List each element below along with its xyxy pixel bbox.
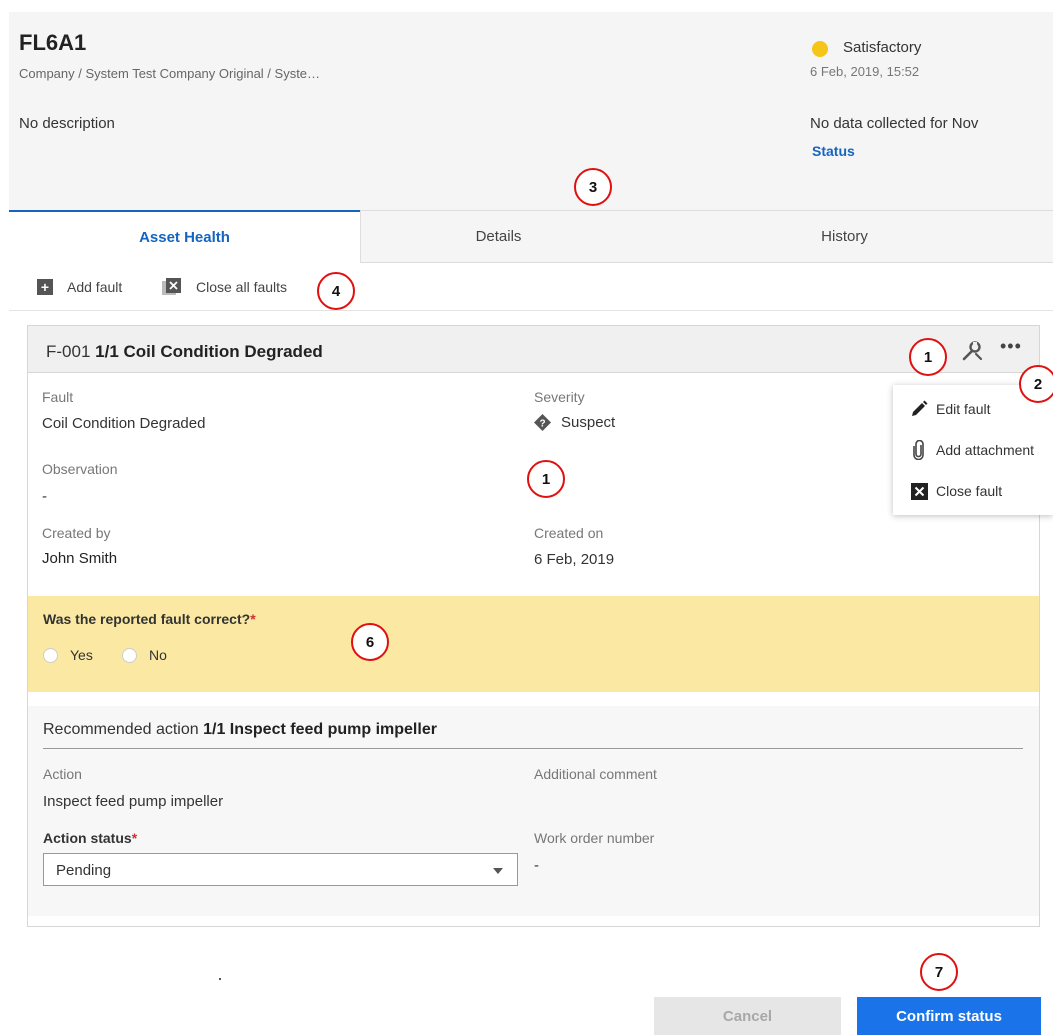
action-label: Action (43, 766, 82, 782)
observation-value: - (42, 488, 47, 505)
annotation-callout-7: 7 (920, 953, 958, 991)
fault-name: 1/1 Coil Condition Degraded (95, 342, 323, 361)
asset-description: No description (19, 115, 115, 132)
tab-bar: Asset Health Details History (9, 210, 1053, 263)
menu-edit-fault[interactable]: Edit fault (908, 398, 990, 420)
radio-no[interactable]: No (122, 647, 167, 663)
annotation-callout-3: 3 (574, 168, 612, 206)
recommended-action-title: Recommended action 1/1 Inspect feed pump… (43, 721, 437, 739)
radio-circle[interactable] (43, 647, 58, 663)
fault-id: F-001 (46, 342, 91, 361)
recommended-action-prefix: Recommended action (43, 721, 199, 738)
close-all-icon (162, 278, 182, 296)
asset-title: FL6A1 (19, 30, 87, 55)
divider (43, 748, 1023, 749)
menu-close-fault-label: Close fault (936, 483, 1003, 499)
fault-confirmation-question: Was the reported fault correct?* (43, 611, 256, 627)
close-all-faults-label: Close all faults (196, 279, 288, 295)
action-status-label-text: Action status (43, 830, 132, 846)
svg-text:?: ? (539, 419, 545, 430)
menu-add-attachment[interactable]: Add attachment (908, 439, 1034, 461)
confirm-status-button[interactable]: Confirm status (857, 997, 1041, 1035)
radio-circle[interactable] (122, 647, 137, 663)
cancel-button[interactable]: Cancel (654, 997, 841, 1035)
created-on-label: Created on (534, 525, 604, 541)
created-by-label: Created by (42, 525, 111, 541)
annotation-callout-1-body: 1 (527, 460, 565, 498)
tab-asset-health[interactable]: Asset Health (9, 210, 360, 263)
paperclip-icon (908, 440, 930, 460)
severity-value-row: ? Suspect (534, 414, 615, 431)
add-fault-button[interactable]: + Add fault (37, 276, 122, 298)
annotation-callout-2: 2 (1019, 365, 1053, 403)
diamond-question-icon: ? (534, 414, 551, 431)
plus-square-icon: + (37, 279, 53, 295)
action-status-label: Action status* (43, 830, 137, 846)
required-marker: * (250, 611, 256, 627)
pencil-icon (908, 400, 930, 418)
recommended-action-section: Recommended action 1/1 Inspect feed pump… (28, 706, 1039, 916)
annotation-callout-6: 6 (351, 623, 389, 661)
observation-label: Observation (42, 461, 118, 477)
fault-label: Fault (42, 389, 74, 405)
add-fault-label: Add fault (67, 279, 123, 295)
stray-dot (219, 978, 221, 980)
question-text: Was the reported fault correct? (43, 611, 251, 627)
tab-details[interactable]: Details (360, 210, 636, 263)
action-status-select[interactable]: Pending (43, 853, 518, 886)
required-marker: * (131, 830, 138, 846)
toolbar-divider (9, 310, 1053, 311)
close-all-faults-button[interactable]: Close all faults (162, 276, 287, 298)
radio-yes[interactable]: Yes (43, 647, 93, 663)
status-link[interactable]: Status (812, 143, 855, 159)
annotation-callout-4: 4 (317, 272, 355, 310)
fault-card: F-001 1/1 Coil Condition Degraded ••• Fa… (27, 325, 1040, 927)
recommended-action-name: 1/1 Inspect feed pump impeller (203, 721, 437, 738)
fault-card-header: F-001 1/1 Coil Condition Degraded ••• (28, 326, 1039, 373)
action-value: Inspect feed pump impeller (43, 793, 224, 810)
fault-title: F-001 1/1 Coil Condition Degraded (46, 342, 323, 362)
status-dot-icon (812, 41, 828, 57)
no-data-message: No data collected for Nov (810, 115, 979, 132)
wrench-icon[interactable] (961, 340, 983, 367)
menu-add-attachment-label: Add attachment (936, 442, 1035, 458)
fault-actions-menu: Edit fault Add attachment Close fault (893, 385, 1053, 515)
created-by-value: John Smith (42, 550, 118, 567)
close-box-icon (908, 482, 930, 500)
status-label: Satisfactory (843, 39, 922, 56)
radio-yes-label: Yes (70, 647, 93, 663)
work-order-label: Work order number (534, 830, 655, 846)
fault-confirmation-panel: Was the reported fault correct?* Yes No (28, 596, 1039, 692)
radio-no-label: No (149, 647, 167, 663)
breadcrumb[interactable]: Company / System Test Company Original /… (19, 66, 320, 81)
created-on-value: 6 Feb, 2019 (534, 551, 615, 568)
tab-history[interactable]: History (636, 210, 1053, 263)
fault-value: Coil Condition Degraded (42, 415, 206, 432)
action-status-value: Pending (56, 862, 112, 879)
severity-value: Suspect (561, 414, 616, 431)
severity-label: Severity (534, 389, 585, 405)
menu-close-fault[interactable]: Close fault (908, 480, 1002, 502)
work-order-value: - (534, 857, 539, 874)
menu-edit-fault-label: Edit fault (936, 401, 991, 417)
status-date: 6 Feb, 2019, 15:52 (810, 64, 920, 79)
additional-comment-label: Additional comment (534, 766, 657, 782)
ellipsis-icon[interactable]: ••• (1000, 336, 1022, 357)
caret-down-icon (493, 868, 503, 874)
annotation-callout-1-header: 1 (909, 338, 947, 376)
